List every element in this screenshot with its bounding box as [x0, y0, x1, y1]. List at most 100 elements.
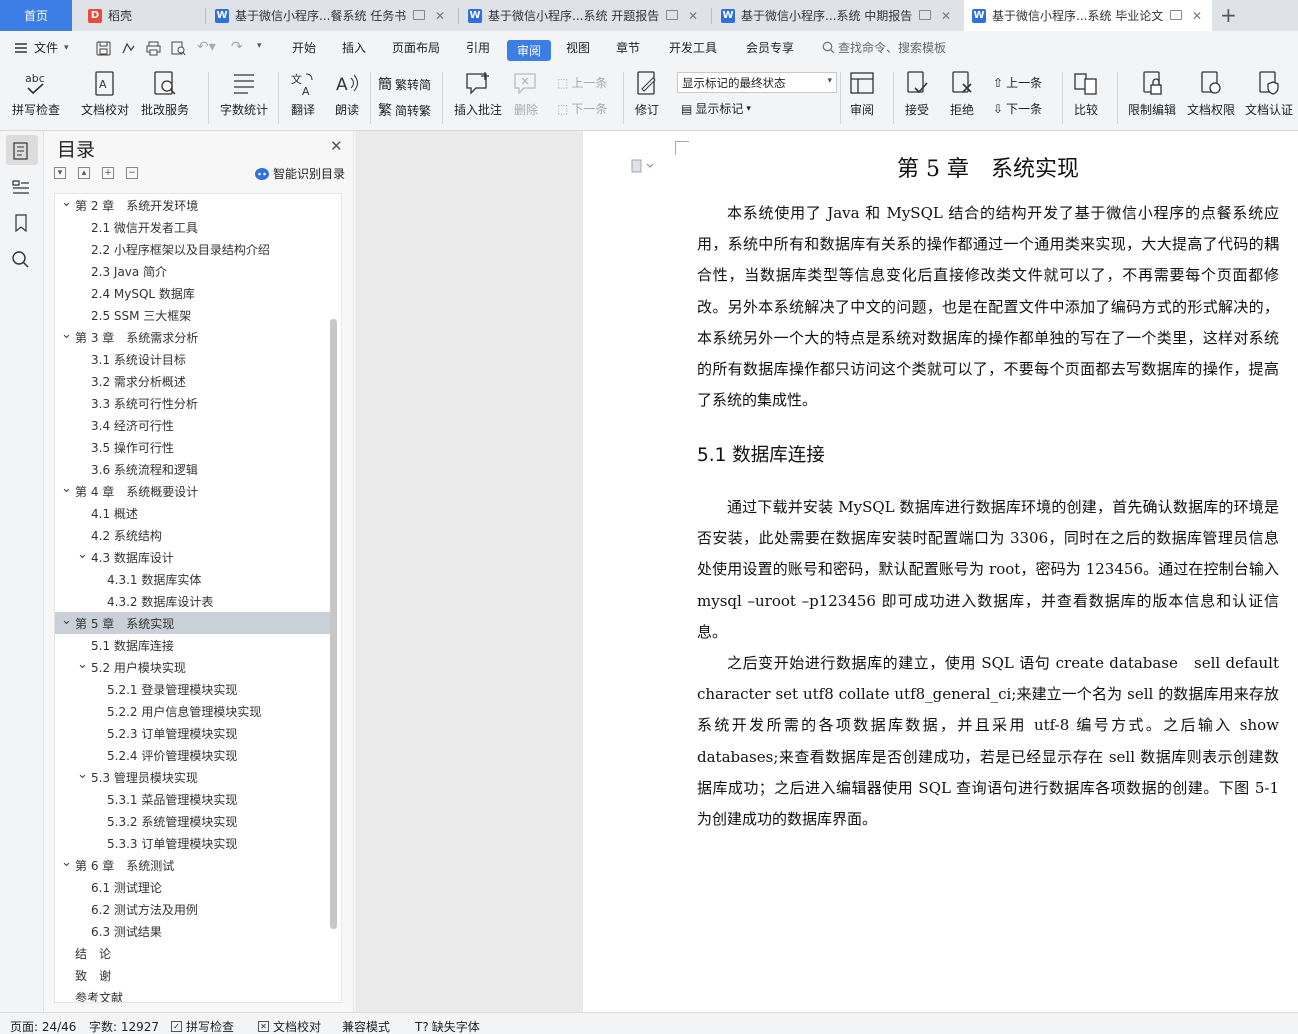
toc-item[interactable]: 2.5 SSM 三大框架 [55, 304, 331, 326]
prev-change-button[interactable]: ⇧ 上一条 [993, 74, 1042, 91]
save-icon[interactable] [96, 41, 111, 56]
search-icon[interactable] [10, 249, 32, 269]
toc-item[interactable]: 3.2 需求分析概述 [55, 370, 331, 392]
chevron-down-icon[interactable]: ⌄ [77, 657, 88, 672]
chevron-down-icon[interactable]: ⌄ [61, 855, 72, 870]
reject-button[interactable]: 拒绝 [948, 70, 976, 118]
new-tab-plus-icon[interactable]: + [1220, 3, 1237, 27]
output-icon[interactable] [121, 41, 136, 56]
chapter-nav-icon[interactable] [10, 177, 32, 197]
close-icon[interactable]: ✕ [435, 9, 445, 23]
chevron-down-icon[interactable]: ⌄ [77, 547, 88, 562]
toc-item[interactable]: 5.3.1 菜品管理模块实现 [55, 788, 331, 810]
print-preview-icon[interactable] [171, 41, 186, 56]
delete-comment-button[interactable]: 删除 [512, 70, 540, 118]
spell-check-button[interactable]: abc 拼写检查 [12, 70, 60, 118]
toc-item[interactable]: 5.2.3 订单管理模块实现 [55, 722, 331, 744]
menu-member[interactable]: 会员专享 [746, 39, 794, 56]
show-markup-button[interactable]: ▤ 显示标记 ▾ [681, 100, 751, 117]
compare-button[interactable]: 比较 [1072, 70, 1100, 118]
toc-item[interactable]: 5.2.1 登录管理模块实现 [55, 678, 331, 700]
toc-item[interactable]: 3.4 经济可行性 [55, 414, 331, 436]
read-aloud-button[interactable]: A 朗读 [333, 70, 361, 118]
chevron-down-icon[interactable]: ⌄ [61, 327, 72, 342]
doc-rights-button[interactable]: 文档权限 [1187, 70, 1235, 118]
review-pane-button[interactable]: 审阅 [848, 70, 876, 118]
toc-item[interactable]: 致 谢 [55, 964, 331, 986]
toc-item[interactable]: 5.3.3 订单管理模块实现 [55, 832, 331, 854]
toc-item[interactable]: 3.6 系统流程和逻辑 [55, 458, 331, 480]
next-change-button[interactable]: ⇩ 下一条 [993, 100, 1042, 117]
menu-reference[interactable]: 引用 [466, 39, 490, 56]
toc-item[interactable]: 4.2 系统结构 [55, 524, 331, 546]
menu-insert[interactable]: 插入 [342, 39, 366, 56]
tab-daoke[interactable]: D 稻壳 [80, 0, 200, 31]
toc-item[interactable]: 结 论 [55, 942, 331, 964]
toc-item[interactable]: ⌄ 5.2 用户模块实现 [55, 656, 331, 678]
close-icon[interactable]: ✕ [688, 9, 698, 23]
collapse-all-icon[interactable]: ▾ [54, 167, 66, 179]
menu-page-layout[interactable]: 页面布局 [392, 39, 440, 56]
tab-doc-midterm[interactable]: W 基于微信小程序...系统 中期报告 ✕ [713, 0, 961, 31]
status-doc-check[interactable]: ✕ 文档校对 [258, 1018, 321, 1034]
restrict-edit-button[interactable]: 限制编辑 [1128, 70, 1176, 118]
tab-doc-thesis[interactable]: W 基于微信小程序...系统 毕业论文 ✕ [964, 0, 1212, 31]
file-menu[interactable]: 文件 ▾ [14, 39, 69, 56]
track-changes-button[interactable]: 修订 [633, 70, 661, 118]
translate-button[interactable]: 文A 翻译 [289, 70, 317, 118]
print-icon[interactable] [146, 41, 161, 56]
toc-item[interactable]: 5.1 数据库连接 [55, 634, 331, 656]
toc-item[interactable]: 5.2.4 评价管理模块实现 [55, 744, 331, 766]
chevron-down-icon[interactable]: ⌄ [77, 767, 88, 782]
prev-comment-button[interactable]: ⬚ 上一条 [557, 74, 607, 91]
status-spell-check[interactable]: ✓ 拼写检查 [171, 1018, 234, 1034]
expand-plus-icon[interactable]: + [102, 167, 114, 179]
batch-service-button[interactable]: 批改服务 [141, 70, 189, 118]
toc-item[interactable]: ⌄ 5.3 管理员模块实现 [55, 766, 331, 788]
toc-item[interactable]: 3.1 系统设计目标 [55, 348, 331, 370]
toc-scrollbar[interactable] [330, 319, 337, 929]
word-counter[interactable]: 字数: 12927 [89, 1018, 159, 1034]
next-comment-button[interactable]: ⬚ 下一条 [557, 100, 607, 117]
toc-item[interactable]: ⌄ 第 5 章 系统实现 [55, 612, 331, 634]
toc-item[interactable]: 2.4 MySQL 数据库 [55, 282, 331, 304]
menu-view[interactable]: 视图 [566, 39, 590, 56]
close-icon[interactable]: ✕ [330, 137, 343, 155]
toc-item[interactable]: 5.2.2 用户信息管理模块实现 [55, 700, 331, 722]
chevron-down-icon[interactable]: ⌄ [61, 613, 72, 628]
expand-level-icon[interactable]: ▴ [78, 167, 90, 179]
toc-item[interactable]: ⌄ 第 6 章 系统测试 [55, 854, 331, 876]
missing-font-button[interactable]: T? 缺失字体 [415, 1018, 480, 1034]
collapse-minus-icon[interactable]: − [126, 167, 138, 179]
toc-panel-icon[interactable] [10, 141, 32, 161]
simp-to-trad-button[interactable]: 繁 简转繁 [378, 100, 431, 120]
toc-item[interactable]: 5.3.2 系统管理模块实现 [55, 810, 331, 832]
toc-item[interactable]: 4.3.2 数据库设计表 [55, 590, 331, 612]
toc-item[interactable]: 4.1 概述 [55, 502, 331, 524]
tab-doc-task[interactable]: W 基于微信小程序...餐系统 任务书 ✕ [207, 0, 455, 31]
doc-check-button[interactable]: A 文档校对 [81, 70, 129, 118]
toc-item[interactable]: 2.3 Java 简介 [55, 260, 331, 282]
trad-to-simp-button[interactable]: 簡 繁转简 [378, 74, 431, 94]
smart-toc-button[interactable]: 智能识别目录 [254, 165, 345, 182]
doc-cert-button[interactable]: 文档认证 [1245, 70, 1293, 118]
toc-item[interactable]: 6.1 测试理论 [55, 876, 331, 898]
toc-item[interactable]: 3.3 系统可行性分析 [55, 392, 331, 414]
close-icon[interactable]: ✕ [1192, 9, 1202, 23]
menu-chapter[interactable]: 章节 [616, 39, 640, 56]
menu-dev-tools[interactable]: 开发工具 [669, 39, 717, 56]
toc-item[interactable]: ⌄ 4.3 数据库设计 [55, 546, 331, 568]
toc-item[interactable]: 2.1 微信开发者工具 [55, 216, 331, 238]
page-counter[interactable]: 页面: 24/46 [10, 1018, 76, 1034]
toc-item[interactable]: 参考文献 [55, 986, 331, 1003]
insert-comment-button[interactable]: 插入批注 [454, 70, 502, 118]
toc-item[interactable]: 6.3 测试结果 [55, 920, 331, 942]
redo-icon[interactable]: ↷ [231, 39, 243, 55]
tab-home[interactable]: 首页 [0, 0, 72, 31]
undo-icon[interactable]: ↶▾ [197, 39, 216, 55]
chevron-down-icon[interactable]: ▾ [257, 41, 262, 51]
toc-item[interactable]: ⌄ 第 2 章 系统开发环境 [55, 194, 331, 216]
close-icon[interactable]: ✕ [941, 9, 951, 23]
toc-item[interactable]: ⌄ 第 4 章 系统概要设计 [55, 480, 331, 502]
toc-item[interactable]: 2.2 小程序框架以及目录结构介绍 [55, 238, 331, 260]
